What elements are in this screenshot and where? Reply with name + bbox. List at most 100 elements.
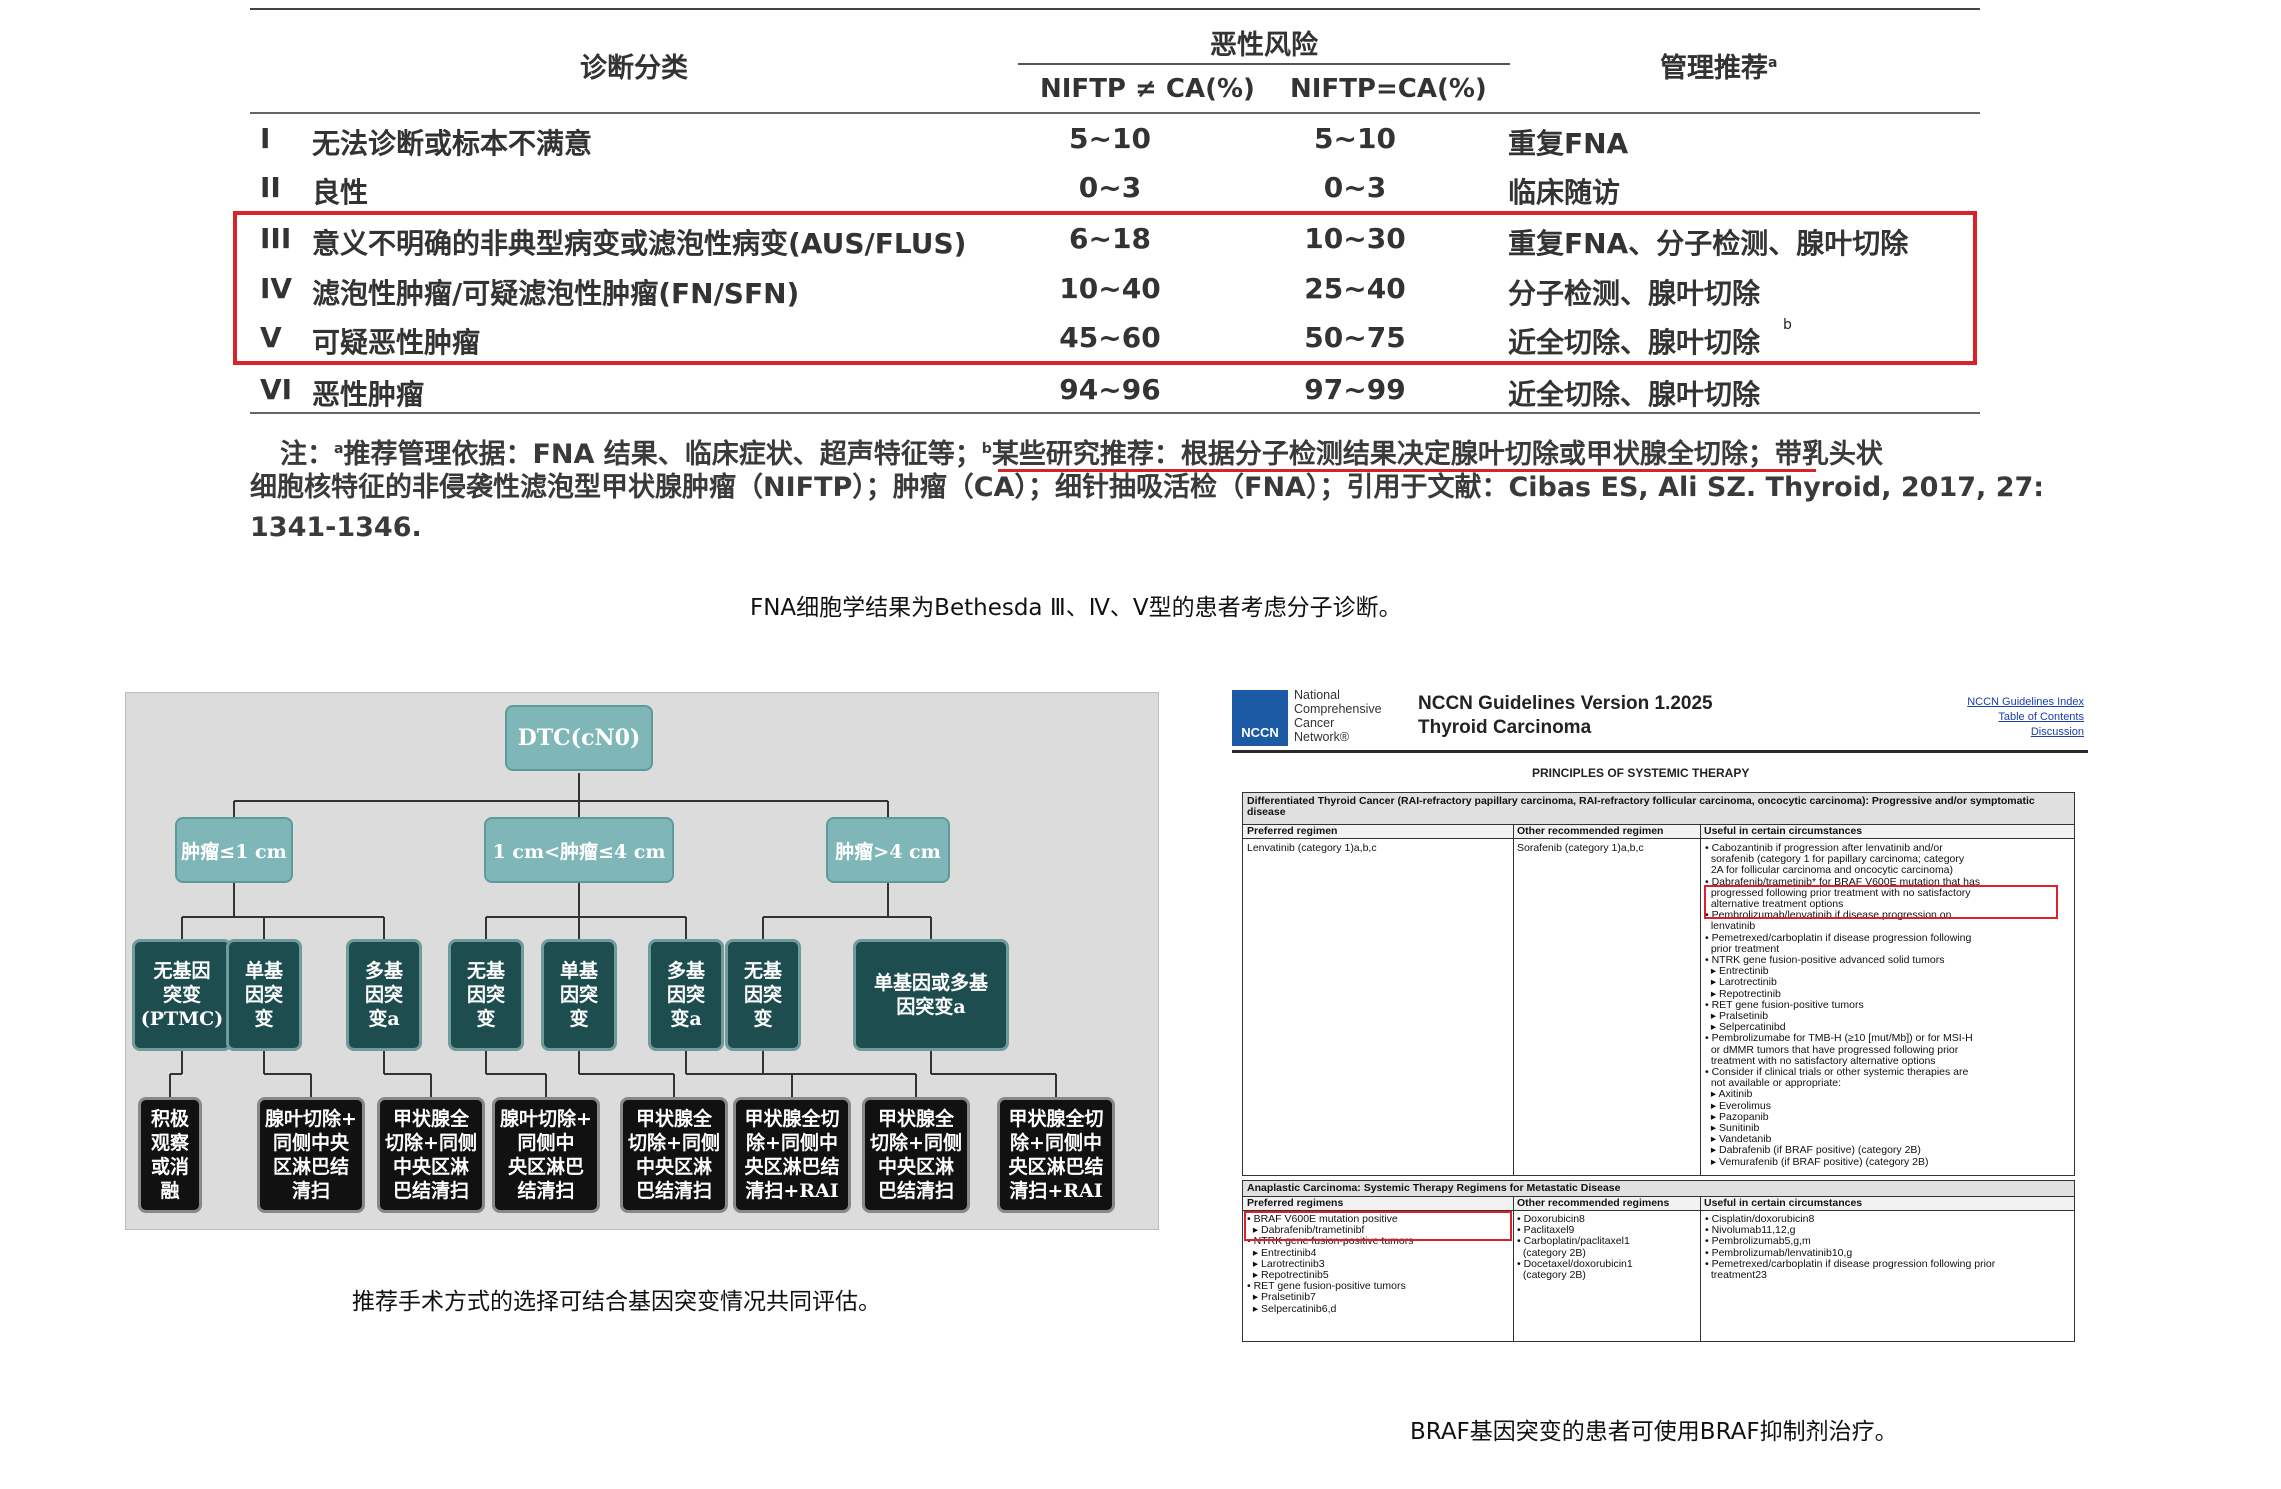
row-category-number: II [260, 171, 281, 204]
note-sup-b: b [981, 441, 992, 457]
node-mutation-label: 单基因或多基 因突变a [874, 971, 988, 1019]
node-size-le1: 肿瘤≤1 cm [175, 817, 293, 883]
bethesda-table-section: 诊断分类 恶性风险 NIFTP ≠ CA(%) NIFTP=CA(%) 管理推荐… [233, 8, 2044, 548]
dtc-col-useful: Useful in certain circumstances [1700, 825, 2074, 839]
node-text-line: 同侧中 [517, 1132, 575, 1154]
node-text-line: 切除+同侧 [385, 1132, 477, 1154]
node-text-line: 央区淋巴 [507, 1156, 584, 1178]
dtc-col-preferred: Preferred regimen [1243, 825, 1513, 839]
node-text-line: 中央区淋 [877, 1156, 954, 1178]
node-text-line: 甲状腺全 [635, 1108, 712, 1130]
surgery-flowchart: DTC(cN0) 肿瘤≤1 cm 1 cm<肿瘤≤4 cm 肿瘤>4 cm 无基… [125, 692, 1159, 1230]
row-diagnosis: 恶性肿瘤 [312, 378, 425, 411]
node-text-line: 甲状腺全 [392, 1108, 469, 1130]
node-surgery-label: 甲状腺全切 除+同侧中 央区淋巴结 清扫+RAI [1008, 1107, 1103, 1203]
list-item: (category 2B) [1517, 1269, 1586, 1282]
row-category-number: I [260, 122, 271, 155]
nccn-title: NCCN Guidelines Version 1.2025 [1418, 693, 1713, 714]
link-discussion[interactable]: Discussion [2031, 726, 2084, 738]
header-risk: 恶性风险 [1210, 30, 1318, 61]
link-table-of-contents[interactable]: Table of Contents [1998, 711, 2084, 723]
node-mutation-6: 多基 因突 变a [648, 939, 724, 1051]
note-research: 某些研究推荐：根据分子检测结果决定腺叶切除或甲状腺全切除；带乳头状 [991, 439, 1883, 470]
ana-divider [1700, 1197, 1701, 1341]
node-surgery-label: 腺叶切除+同侧中央区淋巴结清扫 [500, 1107, 592, 1203]
row-risk-niftp-ne: 94~96 [1059, 373, 1161, 406]
nccn-caption: BRAF基因突变的患者可使用BRAF抑制剂治疗。 [1410, 1419, 1898, 1445]
node-mutation-3: 多基 因突 变a [346, 939, 422, 1051]
list-item: ▸ Selpercatinib6,d [1247, 1302, 1337, 1315]
node-text-line: 同侧中央 [272, 1132, 349, 1154]
anaplastic-table-header: Anaplastic Carcinoma: Systemic Therapy R… [1243, 1181, 2074, 1197]
header-management-label: 管理推荐 [1660, 53, 1768, 84]
node-surgery-8: 甲状腺全切 除+同侧中 央区淋巴结 清扫+RAI [997, 1097, 1115, 1213]
node-text-line: 变 [254, 1008, 274, 1030]
link-guidelines-index[interactable]: NCCN Guidelines Index [1967, 696, 2084, 708]
list-item: • Carboplatin/paclitaxel1 [1517, 1235, 1630, 1248]
node-text-line: 甲状腺全切 [1008, 1108, 1104, 1130]
node-text-line: 除+同侧中 [1010, 1132, 1102, 1154]
node-text-line: 央区淋巴结 [744, 1156, 840, 1178]
note-basis: 推荐管理依据：FNA 结果、临床症状、超声特征等； [343, 439, 982, 470]
node-text-line: 甲状腺全 [877, 1108, 954, 1130]
nccn-section-title: PRINCIPLES OF SYSTEMIC THERAPY [1532, 766, 1750, 780]
node-text-line: (PTMC) [140, 1008, 224, 1030]
node-text-line: 腺叶切除+ [500, 1108, 592, 1130]
node-text-line: 结清扫 [517, 1180, 575, 1202]
dtc-preferred-value: Lenvatinib (category 1)a,b,c [1247, 842, 1377, 854]
dtc-table-header: Differentiated Thyroid Cancer (RAI-refra… [1243, 793, 2074, 825]
row-diagnosis: 无法诊断或标本不满意 [312, 127, 593, 160]
node-mutation-2: 单基 因突变 [226, 939, 302, 1051]
note-line-3: 1341-1346. [250, 512, 422, 543]
node-text-line: 突变 [162, 984, 201, 1006]
row-management: 重复FNA [1508, 127, 1629, 160]
header-niftp-ne: NIFTP ≠ CA(%) [1040, 74, 1255, 104]
node-text-line: 无基 [466, 960, 505, 982]
list-item: • Pembrolizumab5,g,m [1705, 1235, 1811, 1248]
org-line: National [1294, 688, 1340, 702]
list-item: ▸ Axitinib [1705, 1088, 1753, 1101]
org-line: Cancer [1294, 716, 1335, 730]
ana-other-list: • Doxorubicin8 • Paclitaxel9 • Carboplatin… [1517, 1213, 1633, 1282]
node-mutation-label: 多基 因突 变a [365, 959, 403, 1031]
node-mutation-label: 多基 因突 变a [667, 959, 705, 1031]
node-mutation-label: 无基 因突变 [744, 959, 782, 1031]
node-surgery-label: 甲状腺全 切除+同侧 中央区淋 巴结清扫 [628, 1107, 720, 1203]
node-text-line: 变a [368, 1008, 400, 1030]
list-item: lenvatinib [1705, 920, 1756, 933]
node-text-line: 甲状腺全切 [744, 1108, 840, 1130]
row-diagnosis: 良性 [312, 176, 369, 209]
ana-col-other: Other recommended regimens [1513, 1197, 1700, 1211]
node-text-line: 除+同侧中 [746, 1132, 838, 1154]
list-item: ▸ Larotrectinib [1705, 976, 1777, 989]
list-item: 2A for follicular carcinoma and oncocyti… [1705, 864, 1954, 877]
row-risk-niftp-eq: 97~99 [1304, 373, 1406, 406]
node-surgery-5: 甲状腺全 切除+同侧 中央区淋 巴结清扫 [620, 1097, 728, 1213]
node-text-line: 积极 [150, 1108, 189, 1130]
node-surgery-label: 甲状腺全 切除+同侧 中央区淋 巴结清扫 [870, 1107, 962, 1203]
dtc-col-other: Other recommended regimen [1513, 825, 1700, 839]
node-surgery-label: 腺叶切除+同侧中央区淋巴结清扫 [265, 1107, 357, 1203]
node-surgery-4: 腺叶切除+ 同侧中 央区淋巴 结清扫 [492, 1097, 600, 1213]
node-text-line: 巴结清扫 [877, 1180, 954, 1202]
node-text-line: 央区淋巴结 [1008, 1156, 1104, 1178]
node-text-line: 多基 [364, 960, 403, 982]
node-text-line: 单基 [559, 960, 598, 982]
ana-useful-list: • Cisplatin/doxorubicin8 • Nivolumab11,12… [1705, 1213, 1995, 1281]
note-prefix: 注： [280, 439, 334, 470]
node-size-1-4: 1 cm<肿瘤≤4 cm [484, 817, 674, 883]
list-item: ▸ Vemurafenib (if BRAF positive) (catego… [1705, 1155, 1929, 1168]
flowchart-caption: 推荐手术方式的选择可结合基因突变情况共同评估。 [352, 1289, 881, 1315]
dtc-table: Differentiated Thyroid Cancer (RAI-refra… [1242, 792, 2075, 1176]
node-text-line: 巴结清扫 [392, 1180, 469, 1202]
node-text-line: 清扫+RAI [1009, 1180, 1103, 1202]
node-text-line: 因突 [364, 984, 403, 1006]
anaplastic-table: Anaplastic Carcinoma: Systemic Therapy R… [1242, 1180, 2075, 1342]
row-risk-niftp-ne: 0~3 [1078, 171, 1142, 204]
row-category-number: VI [260, 373, 293, 406]
node-text-line: 切除+同侧 [628, 1132, 720, 1154]
header-management: 管理推荐a [1660, 46, 1777, 85]
dtc-other-value: Sorafenib (category 1)a,b,c [1517, 842, 1644, 854]
node-text-line: 无基 [743, 960, 782, 982]
node-text-line: 清扫+RAI [745, 1180, 839, 1202]
